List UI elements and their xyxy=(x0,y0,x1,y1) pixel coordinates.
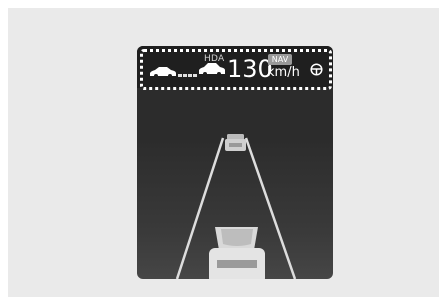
hda-label: HDA xyxy=(204,54,225,64)
speed-unit: km/h xyxy=(267,65,300,80)
own-vehicle xyxy=(209,227,265,279)
set-speed-value: 130 xyxy=(227,55,273,83)
car-icon xyxy=(198,62,226,76)
car-icon xyxy=(149,66,177,78)
distance-dots-icon xyxy=(178,73,198,78)
steering-wheel-icon xyxy=(310,63,323,76)
lead-vehicle xyxy=(225,134,246,151)
road-scene xyxy=(175,134,297,279)
figure-frame: HDA 130 NAV km/h xyxy=(8,8,439,297)
instrument-cluster-display: HDA 130 NAV km/h xyxy=(137,46,333,279)
nav-badge: NAV xyxy=(268,54,292,65)
hda-status-bar: HDA 130 NAV km/h xyxy=(137,46,333,90)
